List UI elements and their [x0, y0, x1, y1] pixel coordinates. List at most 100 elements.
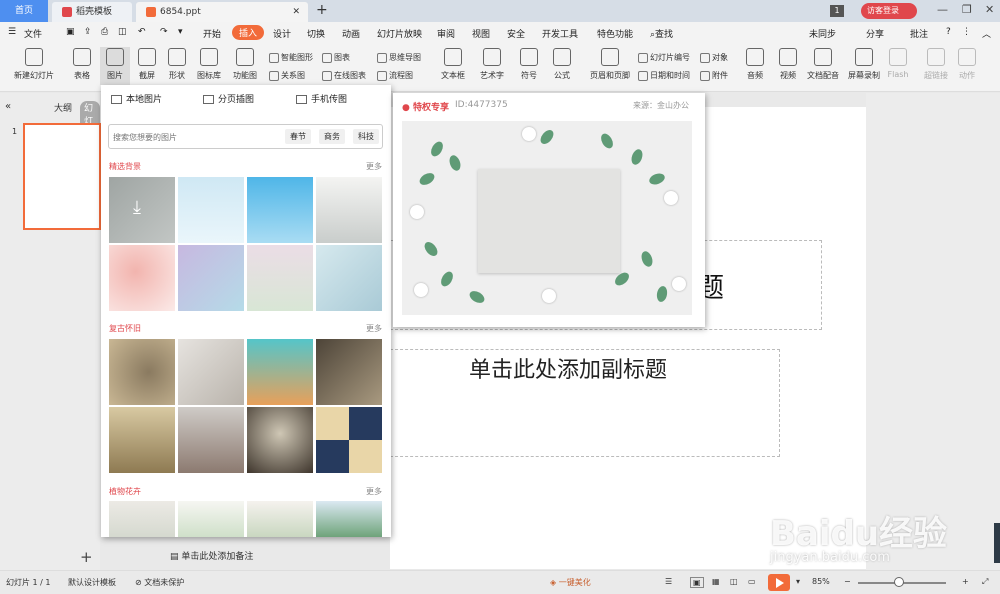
protect-status[interactable]: ⊘ 文档未保护	[135, 577, 184, 588]
relation-chart-button[interactable]: 关系图	[269, 70, 305, 81]
tag-technology[interactable]: 科技	[353, 129, 379, 144]
textbox-button[interactable]: 文本框	[437, 48, 469, 81]
chart-button[interactable]: 图表	[322, 52, 350, 63]
function-chart-button[interactable]: 功能图	[229, 48, 261, 81]
redo-icon[interactable]: ↷	[160, 27, 168, 37]
beautify-button[interactable]: ◈ 一键美化	[550, 577, 591, 588]
search-command[interactable]: ⌕查找	[650, 27, 673, 40]
mindmap-button[interactable]: 思维导图	[377, 52, 421, 63]
picture-thumbnail[interactable]	[247, 177, 313, 243]
shape-button[interactable]: 形状	[163, 48, 191, 81]
picture-thumbnail[interactable]	[109, 501, 175, 537]
flash-button[interactable]: Flash	[886, 48, 910, 79]
picture-thumbnail[interactable]	[109, 407, 175, 473]
local-picture-option[interactable]: 本地图片	[111, 92, 162, 105]
picture-thumbnail[interactable]	[247, 407, 313, 473]
tab-home[interactable]: 首页	[0, 0, 48, 22]
picture-thumbnail[interactable]	[316, 245, 382, 311]
wordart-button[interactable]: 艺术字	[475, 48, 509, 81]
formula-button[interactable]: 公式	[547, 48, 577, 81]
menu-design[interactable]: 设计	[273, 27, 291, 40]
comment-button[interactable]: 批注	[910, 27, 928, 40]
menu-review[interactable]: 审阅	[437, 27, 455, 40]
picture-thumbnail[interactable]	[247, 339, 313, 405]
menu-file[interactable]: 文件	[24, 27, 42, 40]
screenshot-button[interactable]: 截屏	[134, 48, 160, 81]
more-icon[interactable]: ▾	[178, 27, 183, 37]
login-button[interactable]: 访客登录	[861, 3, 917, 19]
picture-thumbnail[interactable]	[316, 339, 382, 405]
menu-slideshow[interactable]: 幻灯片放映	[377, 27, 422, 40]
subtitle-placeholder[interactable]: 单击此处添加副标题	[390, 349, 780, 457]
picture-thumbnail[interactable]: ⤓	[109, 177, 175, 243]
notes-toggle-icon[interactable]: ☰	[665, 577, 672, 586]
save-icon[interactable]: ▣	[66, 27, 75, 37]
new-slide-button[interactable]: 新建幻灯片	[6, 48, 62, 81]
object-button[interactable]: 对象	[700, 52, 728, 63]
page-illustration-option[interactable]: 分页插图	[203, 92, 254, 105]
play-options-icon[interactable]: ▾	[796, 577, 800, 586]
attachment-button[interactable]: 附件	[700, 70, 728, 81]
notes-area[interactable]: ▤ 单击此处添加备注	[170, 549, 253, 569]
share-button[interactable]: 分享	[866, 27, 884, 40]
undo-icon[interactable]: ↶	[138, 27, 146, 37]
more-vintage[interactable]: 更多	[366, 323, 382, 334]
maximize-icon[interactable]: ❐	[962, 3, 972, 16]
tag-business[interactable]: 商务	[319, 129, 345, 144]
zoom-in-icon[interactable]: +	[962, 577, 969, 586]
picture-thumbnail[interactable]	[178, 245, 244, 311]
video-button[interactable]: 视频	[773, 48, 803, 81]
play-button[interactable]	[768, 574, 790, 591]
preview-icon[interactable]: ◫	[118, 27, 127, 37]
minimize-icon[interactable]: —	[937, 3, 948, 16]
menu-security[interactable]: 安全	[507, 27, 525, 40]
picture-thumbnail[interactable]	[109, 245, 175, 311]
screen-record-button[interactable]: 屏幕录制	[845, 48, 883, 81]
zoom-level[interactable]: 85%	[812, 577, 830, 586]
preview-image[interactable]	[402, 121, 692, 315]
tag-spring-festival[interactable]: 春节	[285, 129, 311, 144]
picture-search-input[interactable]	[113, 129, 273, 145]
slide-thumbnail[interactable]	[23, 123, 101, 230]
notes-view-icon[interactable]: ▭	[748, 577, 756, 586]
audio-button[interactable]: 音频	[740, 48, 770, 81]
normal-view-icon[interactable]: ▣	[690, 577, 704, 588]
reading-view-icon[interactable]: ◫	[730, 577, 738, 586]
picture-thumbnail[interactable]	[247, 501, 313, 537]
picture-thumbnail[interactable]	[316, 177, 382, 243]
picture-thumbnail[interactable]	[178, 177, 244, 243]
symbol-button[interactable]: 符号	[515, 48, 543, 81]
more-options-icon[interactable]: ⋮	[962, 27, 971, 37]
close-window-icon[interactable]: ✕	[985, 3, 994, 16]
menu-transition[interactable]: 切换	[307, 27, 325, 40]
slide-number-button[interactable]: 幻灯片编号	[638, 52, 690, 63]
picture-thumbnail[interactable]	[316, 407, 382, 473]
datetime-button[interactable]: 日期和时间	[638, 70, 690, 81]
picture-thumbnail[interactable]	[109, 339, 175, 405]
picture-thumbnail[interactable]	[178, 501, 244, 537]
action-button[interactable]: 动作	[955, 48, 979, 81]
zoom-slider-thumb[interactable]	[894, 577, 904, 587]
table-button[interactable]: 表格	[68, 48, 96, 81]
tab-document[interactable]: 6854.ppt ✕	[136, 2, 308, 22]
template-status[interactable]: 默认设计模板	[68, 577, 116, 588]
close-tab-icon[interactable]: ✕	[292, 2, 300, 22]
fit-window-icon[interactable]: ⤢	[982, 577, 988, 587]
more-featured[interactable]: 更多	[366, 161, 382, 172]
header-footer-button[interactable]: 页眉和页脚	[586, 48, 634, 81]
menu-developer[interactable]: 开发工具	[542, 27, 578, 40]
tab-outline[interactable]: 大纲	[54, 101, 72, 114]
add-slide-icon[interactable]: +	[80, 548, 93, 566]
sorter-view-icon[interactable]: ▦	[712, 577, 720, 586]
picture-thumbnail[interactable]	[178, 339, 244, 405]
export-icon[interactable]: ⇪	[84, 27, 92, 37]
tab-template[interactable]: 稻壳模板	[52, 2, 132, 22]
collapse-ribbon-icon[interactable]: ︿	[982, 27, 991, 40]
scrollbar-thumb[interactable]	[994, 523, 1000, 563]
phone-upload-option[interactable]: 手机传图	[296, 92, 347, 105]
menu-view[interactable]: 视图	[472, 27, 490, 40]
print-icon[interactable]: ⎙	[101, 27, 108, 37]
picture-thumbnail[interactable]	[316, 501, 382, 537]
new-tab-icon[interactable]: +	[316, 2, 328, 18]
menu-icon[interactable]: ☰	[8, 27, 16, 37]
